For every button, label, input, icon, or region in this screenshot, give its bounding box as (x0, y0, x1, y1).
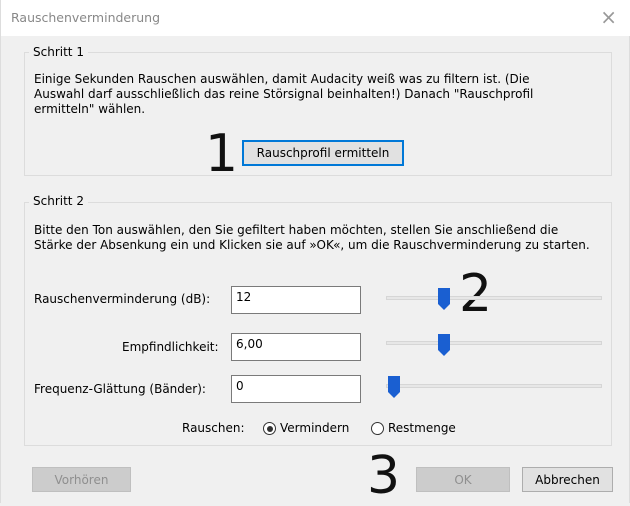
frequency-smoothing-input[interactable]: 0 (231, 375, 361, 403)
get-noise-profile-button[interactable]: Rauschprofil ermitteln (242, 140, 404, 166)
step1-description-line2: Auswahl darf ausschließlich das reine St… (34, 87, 534, 101)
annotation-1: 1 (205, 124, 239, 184)
frequency-smoothing-slider-track[interactable] (386, 384, 602, 388)
radio-reduce-label[interactable]: Vermindern (280, 421, 349, 435)
annotation-3: 3 (367, 446, 401, 506)
frequency-smoothing-label: Frequenz-Glättung (Bänder): (34, 382, 206, 396)
frequency-smoothing-slider-thumb[interactable] (388, 376, 400, 398)
annotation-2: 2 (459, 264, 493, 324)
step1-legend: Schritt 1 (29, 45, 88, 59)
title-bar: Rauschenverminderung × (1, 0, 630, 36)
step2-description-line1: Bitte den Ton auswählen, den Sie gefilte… (34, 223, 559, 237)
step2-legend: Schritt 2 (29, 194, 88, 208)
step1-description-line1: Einige Sekunden Rauschen auswählen, dami… (34, 72, 530, 86)
sensitivity-input[interactable]: 6,00 (231, 333, 361, 361)
sensitivity-label: Empfindlichkeit: (122, 340, 219, 354)
radio-residue-label[interactable]: Restmenge (388, 421, 456, 435)
noise-reduction-label: Rauschenverminderung (dB): (34, 292, 211, 306)
noise-reduction-dialog: Rauschenverminderung × Schritt 1 Einige … (0, 0, 630, 503)
sensitivity-slider-thumb[interactable] (438, 334, 450, 356)
close-icon[interactable]: × (600, 7, 617, 27)
radio-reduce[interactable] (263, 422, 276, 435)
step1-description-line3: ermitteln" wählen. (34, 102, 146, 116)
noise-reduction-input[interactable]: 12 (231, 286, 361, 314)
preview-button[interactable]: Vorhören (32, 467, 131, 492)
ok-button[interactable]: OK (416, 467, 510, 492)
radio-reduce-selected-dot (266, 425, 273, 432)
cancel-button[interactable]: Abbrechen (522, 467, 613, 492)
noise-reduction-slider-track[interactable] (386, 296, 602, 300)
window-title: Rauschenverminderung (11, 10, 161, 25)
radio-residue[interactable] (371, 422, 384, 435)
step2-description-line2: Stärke der Absenkung ein und Klicken sie… (34, 238, 590, 252)
noise-mode-label: Rauschen: (182, 421, 245, 435)
sensitivity-slider-track[interactable] (386, 341, 602, 345)
noise-reduction-slider-thumb[interactable] (438, 288, 450, 310)
